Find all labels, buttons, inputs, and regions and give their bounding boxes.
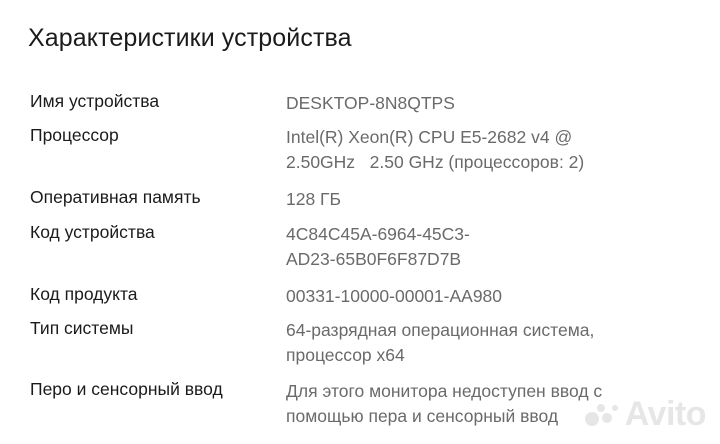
spec-value[interactable]: 4C84C45A-6964-45C3- AD23-65B0F6F87D7B [286, 222, 706, 272]
spec-value[interactable]: DESKTOP-8N8QTPS [286, 91, 706, 116]
spec-value-line: 128 ГБ [286, 189, 342, 209]
spec-label: Код продукта [30, 284, 138, 304]
spec-value[interactable]: Для этого монитора недоступен ввод с пом… [286, 379, 706, 429]
spec-value-line: Для этого монитора недоступен ввод с [286, 381, 603, 401]
spec-value[interactable]: 64-разрядная операционная система, проце… [286, 318, 706, 368]
spec-label: Имя устройства [30, 91, 160, 111]
spec-value-line: Intel(R) Xeon(R) CPU E5-2682 v4 @ [286, 127, 573, 147]
spec-value[interactable]: 00331-10000-00001-AA980 [286, 284, 706, 309]
page-title: Характеристики устройства [28, 24, 352, 52]
spec-label: Код устройства [30, 222, 155, 242]
spec-value-line: 00331-10000-00001-AA980 [286, 286, 503, 306]
spec-value[interactable]: 128 ГБ [286, 187, 706, 212]
spec-value-line: DESKTOP-8N8QTPS [286, 93, 455, 113]
spec-value-line: процессор x64 [286, 345, 405, 365]
spec-label: Процессор [30, 125, 119, 145]
spec-value[interactable]: Intel(R) Xeon(R) CPU E5-2682 v4 @ 2.50GH… [286, 125, 706, 175]
device-specifications-panel: Характеристики устройства Имя устройства… [0, 0, 720, 444]
spec-value-line: 64-разрядная операционная система, [286, 320, 595, 340]
spec-label: Оперативная память [30, 187, 201, 207]
spec-value-line: 2.50GHz 2.50 GHz (процессоров: 2) [286, 152, 585, 172]
spec-value-line: 4C84C45A-6964-45C3- [286, 224, 470, 244]
spec-value-line: помощью пера и сенсорный ввод [286, 406, 559, 426]
spec-label: Тип системы [30, 318, 134, 338]
spec-label: Перо и сенсорный ввод [30, 379, 223, 399]
spec-value-line: AD23-65B0F6F87D7B [286, 249, 462, 269]
